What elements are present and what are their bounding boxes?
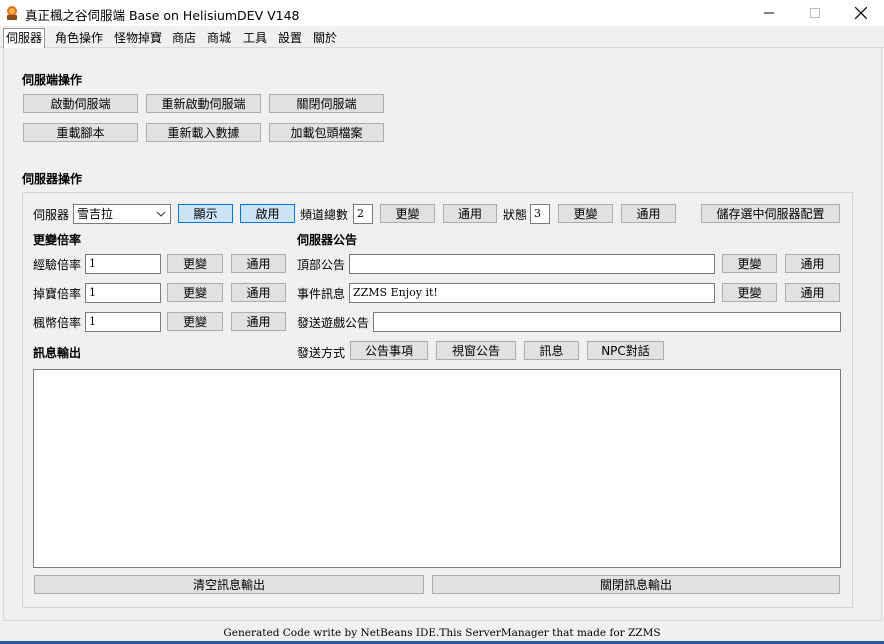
- meso-rate-field[interactable]: 1: [85, 312, 161, 332]
- server-select-value: 雪吉拉: [77, 207, 114, 221]
- announcement-button[interactable]: 公告事項: [350, 341, 428, 360]
- event-message-field[interactable]: ZZMS Enjoy it!: [349, 283, 715, 303]
- meso-rate-apply-button[interactable]: 通用: [231, 312, 286, 331]
- start-server-button[interactable]: 啟動伺服端: [23, 94, 138, 113]
- top-notice-label: 頂部公告: [297, 258, 346, 272]
- save-config-button[interactable]: 儲存選中伺服器配置: [701, 204, 840, 223]
- exp-rate-apply-button[interactable]: 通用: [231, 254, 286, 273]
- clear-output-button[interactable]: 清空訊息輸出: [34, 575, 424, 594]
- output-title: 訊息輸出: [33, 346, 82, 360]
- status-field[interactable]: 3: [530, 204, 550, 224]
- tab-monster-drop[interactable]: 怪物掉寶: [112, 30, 164, 47]
- minimize-icon: [764, 12, 774, 14]
- server-label: 伺服器: [33, 208, 70, 222]
- exp-rate-change-button[interactable]: 更變: [167, 254, 223, 273]
- event-message-change-button[interactable]: 更變: [722, 283, 777, 302]
- status-apply-button[interactable]: 通用: [621, 204, 676, 223]
- top-notice-change-button[interactable]: 更變: [722, 254, 777, 273]
- server-manage-title: 伺服器操作: [22, 172, 83, 186]
- reload-script-button[interactable]: 重載腳本: [23, 123, 138, 142]
- footer-text: Generated Code write by NetBeans IDE.Thi…: [223, 627, 661, 639]
- server-select[interactable]: 雪吉拉: [73, 204, 171, 224]
- maximize-button[interactable]: [792, 0, 838, 26]
- drop-rate-apply-button[interactable]: 通用: [231, 283, 286, 302]
- close-output-button[interactable]: 關閉訊息輸出: [432, 575, 840, 594]
- maximize-icon: [810, 8, 820, 18]
- close-icon: [855, 7, 867, 19]
- npc-dialog-button[interactable]: NPC對話: [587, 341, 664, 360]
- close-button[interactable]: [838, 0, 884, 26]
- tab-tools[interactable]: 工具: [241, 30, 269, 47]
- game-notice-label: 發送遊戲公告: [297, 316, 370, 330]
- exp-rate-label: 經驗倍率: [33, 258, 82, 272]
- drop-rate-label: 掉寶倍率: [33, 287, 82, 301]
- load-packet-button[interactable]: 加載包頭檔案: [269, 123, 384, 142]
- tab-settings[interactable]: 設置: [276, 30, 304, 47]
- status-change-button[interactable]: 更變: [558, 204, 613, 223]
- output-textarea[interactable]: [33, 369, 841, 568]
- tab-cash-shop[interactable]: 商城: [205, 30, 233, 47]
- reload-data-button[interactable]: 重新載入數據: [146, 123, 261, 142]
- enable-button[interactable]: 啟用: [240, 204, 295, 223]
- game-notice-field[interactable]: [373, 312, 841, 332]
- channel-apply-button[interactable]: 通用: [443, 204, 497, 223]
- show-button[interactable]: 顯示: [178, 204, 233, 223]
- top-notice-apply-button[interactable]: 通用: [785, 254, 840, 273]
- top-notice-field[interactable]: [349, 254, 715, 274]
- channel-count-field[interactable]: 2: [353, 204, 373, 224]
- notice-title: 伺服器公告: [297, 233, 358, 247]
- app-icon: [7, 6, 17, 20]
- minimize-button[interactable]: [746, 0, 792, 26]
- event-message-label: 事件訊息: [297, 287, 346, 301]
- exp-rate-field[interactable]: 1: [85, 254, 161, 274]
- chevron-down-icon: [156, 211, 166, 217]
- restart-server-button[interactable]: 重新啟動伺服端: [146, 94, 261, 113]
- drop-rate-change-button[interactable]: 更變: [167, 283, 223, 302]
- tab-shop[interactable]: 商店: [170, 30, 198, 47]
- tab-about[interactable]: 關於: [311, 30, 339, 47]
- tab-server[interactable]: 伺服器: [3, 28, 46, 48]
- shutdown-server-button[interactable]: 關閉伺服端: [269, 94, 384, 113]
- server-ops-title: 伺服端操作: [22, 73, 83, 87]
- message-button[interactable]: 訊息: [524, 341, 579, 360]
- status-label: 狀態: [503, 208, 528, 222]
- meso-rate-label: 楓幣倍率: [33, 316, 82, 330]
- drop-rate-field[interactable]: 1: [85, 283, 161, 303]
- channel-change-button[interactable]: 更變: [380, 204, 435, 223]
- channel-count-label: 頻道總數: [300, 208, 349, 222]
- window-notice-button[interactable]: 視窗公告: [436, 341, 516, 360]
- rates-title: 更變倍率: [33, 233, 82, 247]
- meso-rate-change-button[interactable]: 更變: [167, 312, 223, 331]
- event-message-apply-button[interactable]: 通用: [785, 283, 840, 302]
- send-method-label: 發送方式: [297, 346, 346, 360]
- window-title: 真正楓之谷伺服端 Base on HelisiumDEV V148: [25, 8, 300, 23]
- tab-character[interactable]: 角色操作: [53, 30, 105, 47]
